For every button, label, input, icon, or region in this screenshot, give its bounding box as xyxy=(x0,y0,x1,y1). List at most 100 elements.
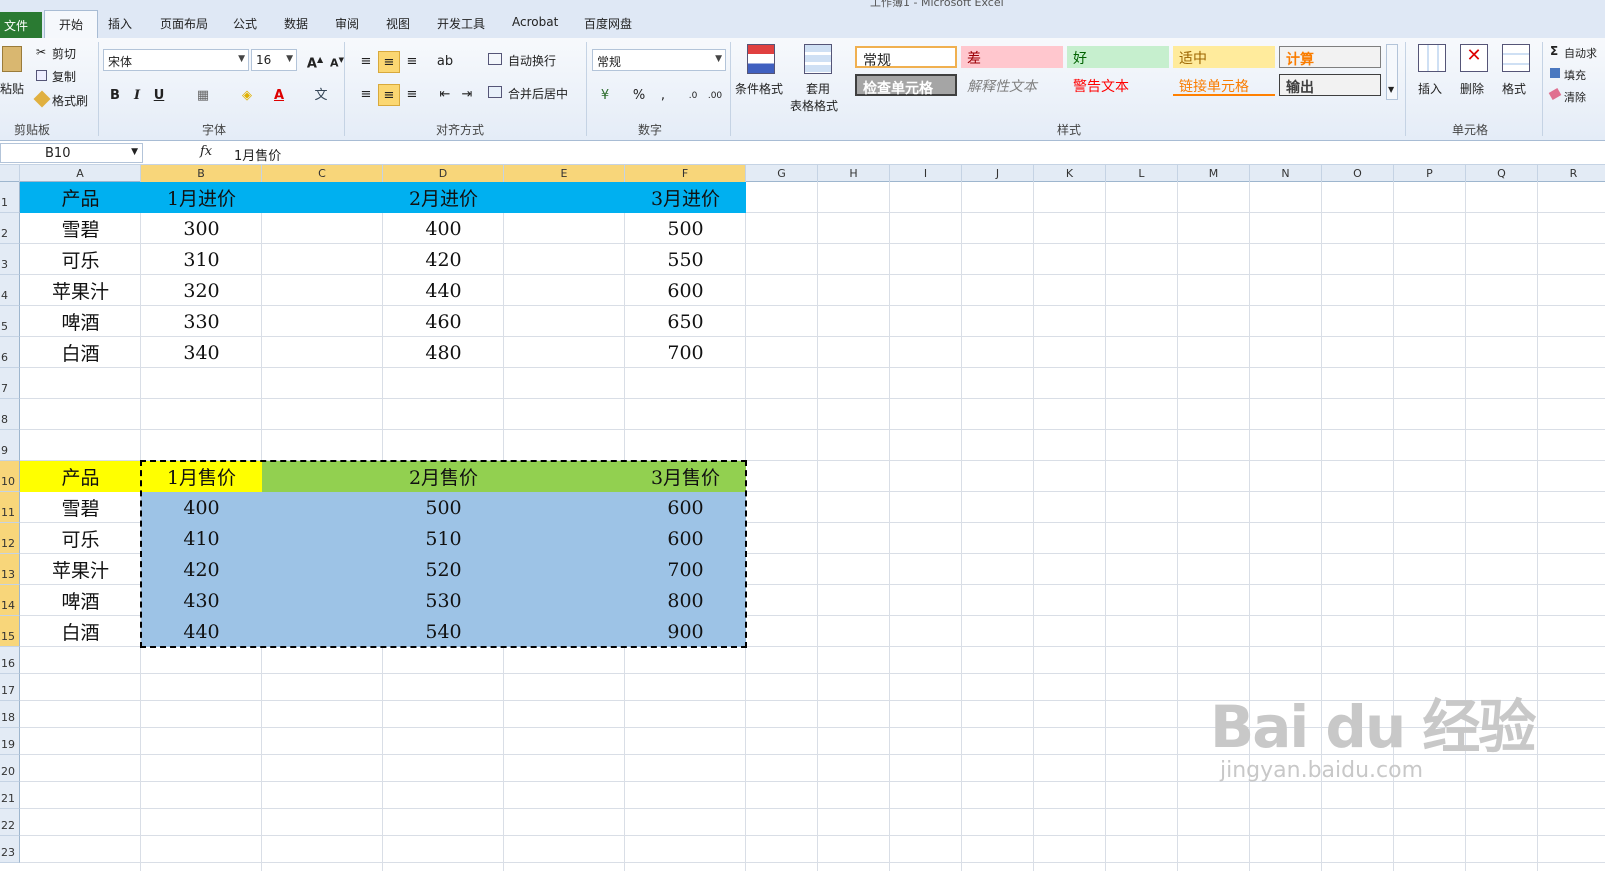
style-output[interactable]: 输出 xyxy=(1279,74,1381,96)
table1-cell[interactable]: 420 xyxy=(383,244,504,275)
table1-header-cell[interactable]: 3月进价 xyxy=(625,182,746,213)
comma-icon[interactable]: , xyxy=(652,85,674,107)
align-right-icon[interactable]: ≡ xyxy=(401,84,423,106)
table1-cell[interactable]: 460 xyxy=(383,306,504,337)
column-header-m[interactable]: M xyxy=(1178,165,1250,182)
table1-cell[interactable]: 雪碧 xyxy=(20,213,141,244)
tab-review[interactable]: 审阅 xyxy=(335,15,359,32)
row-header-12[interactable]: 12 xyxy=(0,523,20,554)
table1-cell[interactable]: 500 xyxy=(625,213,746,244)
copy-button[interactable]: 复制 xyxy=(36,67,92,85)
autosum-button[interactable]: Σ 自动求 xyxy=(1550,44,1605,62)
align-top-icon[interactable]: ≡ xyxy=(355,51,377,73)
style-linked-cell[interactable]: 链接单元格 xyxy=(1173,74,1275,96)
table2-cell[interactable]: 900 xyxy=(625,616,746,647)
increase-decimal-icon[interactable]: .0 xyxy=(682,85,704,107)
bold-icon[interactable]: B xyxy=(104,85,126,107)
formula-input[interactable]: 1月售价 xyxy=(220,143,1600,164)
font-size-select[interactable]: 16 ▼ xyxy=(251,49,297,71)
table1-cell[interactable]: 440 xyxy=(383,275,504,306)
table1-cell[interactable]: 600 xyxy=(625,275,746,306)
row-header-1[interactable]: 1 xyxy=(0,182,20,213)
row-header-8[interactable]: 8 xyxy=(0,399,20,430)
table2-cell[interactable]: 可乐 xyxy=(20,523,141,554)
border-icon[interactable]: ▦ xyxy=(192,85,214,107)
row-header-22[interactable]: 22 xyxy=(0,809,20,836)
style-bad[interactable]: 差 xyxy=(961,46,1063,68)
table2-cell[interactable]: 白酒 xyxy=(20,616,141,647)
row-header-6[interactable]: 6 xyxy=(0,337,20,368)
row-header-7[interactable]: 7 xyxy=(0,368,20,399)
row-header-15[interactable]: 15 xyxy=(0,616,20,647)
fill-color-icon[interactable]: ◈ xyxy=(236,85,258,107)
column-header-l[interactable]: L xyxy=(1106,165,1178,182)
phonetic-icon[interactable]: 文 xyxy=(310,85,332,107)
conditional-format-button[interactable]: 条件格式 xyxy=(735,42,789,112)
row-header-13[interactable]: 13 xyxy=(0,554,20,585)
format-cells-button[interactable]: 格式 xyxy=(1496,42,1536,110)
table2-header-cell[interactable]: 2月售价 xyxy=(383,461,504,492)
increase-indent-icon[interactable]: ⇥ xyxy=(456,84,478,106)
table2-cell[interactable]: 苹果汁 xyxy=(20,554,141,585)
tab-acrobat[interactable]: Acrobat xyxy=(512,15,558,29)
table2-cell[interactable]: 420 xyxy=(141,554,262,585)
select-all-corner[interactable] xyxy=(0,165,20,182)
paste-button[interactable]: 粘贴 xyxy=(0,42,28,110)
column-header-h[interactable]: H xyxy=(818,165,890,182)
table2-cell[interactable]: 600 xyxy=(625,523,746,554)
table1-cell[interactable]: 650 xyxy=(625,306,746,337)
column-header-n[interactable]: N xyxy=(1250,165,1322,182)
font-color-icon[interactable]: A xyxy=(268,85,290,107)
table2-cell[interactable]: 500 xyxy=(383,492,504,523)
table2-cell[interactable]: 520 xyxy=(383,554,504,585)
tab-data[interactable]: 数据 xyxy=(284,15,308,32)
row-header-14[interactable]: 14 xyxy=(0,585,20,616)
format-painter-button[interactable]: 格式刷 xyxy=(33,90,96,109)
table1-cell[interactable]: 啤酒 xyxy=(20,306,141,337)
italic-icon[interactable]: I xyxy=(126,85,148,107)
align-left-icon[interactable]: ≡ xyxy=(355,84,377,106)
underline-icon[interactable]: U xyxy=(148,85,170,107)
row-header-11[interactable]: 11 xyxy=(0,492,20,523)
table1-cell[interactable]: 可乐 xyxy=(20,244,141,275)
row-header-23[interactable]: 23 xyxy=(0,836,20,863)
row-header-20[interactable]: 20 xyxy=(0,755,20,782)
merge-center-button[interactable]: 合并后居中 xyxy=(488,84,583,104)
table2-header-cell[interactable]: 1月售价 xyxy=(141,461,262,492)
table2-cell[interactable]: 400 xyxy=(141,492,262,523)
align-center-icon[interactable]: ≡ xyxy=(378,84,400,106)
column-header-q[interactable]: Q xyxy=(1466,165,1538,182)
format-as-table-button[interactable]: 套用 表格格式 xyxy=(790,42,852,113)
style-warning[interactable]: 警告文本 xyxy=(1067,74,1169,96)
table2-cell[interactable]: 530 xyxy=(383,585,504,616)
column-header-g[interactable]: G xyxy=(746,165,818,182)
table2-cell[interactable]: 540 xyxy=(383,616,504,647)
table2-cell[interactable]: 410 xyxy=(141,523,262,554)
row-header-5[interactable]: 5 xyxy=(0,306,20,337)
column-header-a[interactable]: A xyxy=(20,165,141,182)
table2-cell[interactable]: 800 xyxy=(625,585,746,616)
row-header-10[interactable]: 10 xyxy=(0,461,20,492)
column-header-o[interactable]: O xyxy=(1322,165,1394,182)
align-bottom-icon[interactable]: ≡ xyxy=(401,51,423,73)
table2-cell[interactable]: 430 xyxy=(141,585,262,616)
row-header-19[interactable]: 19 xyxy=(0,728,20,755)
row-header-17[interactable]: 17 xyxy=(0,674,20,701)
number-format-select[interactable]: 常规 ▼ xyxy=(592,49,726,71)
table1-cell[interactable]: 700 xyxy=(625,337,746,368)
column-header-e[interactable]: E xyxy=(504,165,625,182)
table1-cell[interactable]: 310 xyxy=(141,244,262,275)
currency-icon[interactable]: ¥ xyxy=(594,85,616,107)
style-calculation[interactable]: 计算 xyxy=(1279,46,1381,68)
style-normal[interactable]: 常规 xyxy=(855,46,957,69)
align-middle-icon[interactable]: ≡ xyxy=(378,51,400,73)
table2-cell[interactable]: 510 xyxy=(383,523,504,554)
table1-cell[interactable]: 白酒 xyxy=(20,337,141,368)
row-header-2[interactable]: 2 xyxy=(0,213,20,244)
table2-cell[interactable]: 600 xyxy=(625,492,746,523)
decrease-decimal-icon[interactable]: .00 xyxy=(704,85,726,107)
row-header-9[interactable]: 9 xyxy=(0,430,20,461)
styles-scroll[interactable]: ▼ xyxy=(1386,44,1398,100)
tab-formulas[interactable]: 公式 xyxy=(233,15,257,32)
tab-file[interactable]: 文件 xyxy=(0,12,42,38)
